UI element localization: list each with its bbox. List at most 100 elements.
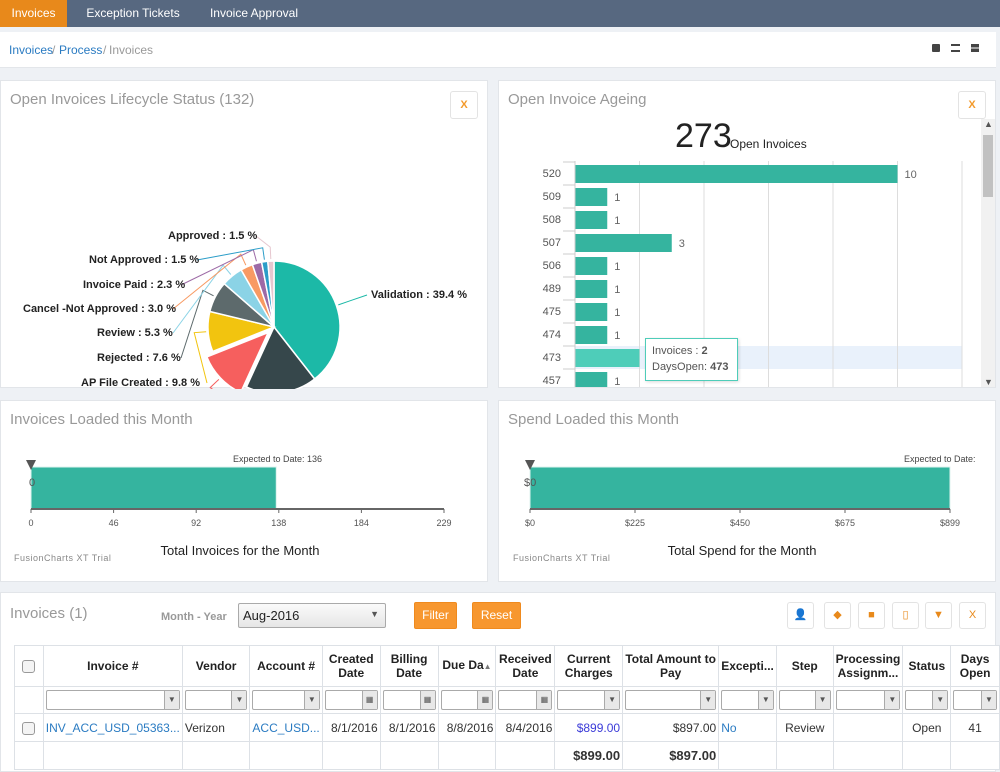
category-label: 520 (543, 168, 561, 180)
export-pdf-icon[interactable]: ▯ (892, 602, 919, 629)
breadcrumb-invoices[interactable]: Invoices (9, 32, 53, 68)
select-all-checkbox[interactable] (14, 645, 44, 687)
column-filter[interactable]: ▼ (902, 686, 952, 714)
column-filter[interactable]: ▼ (181, 686, 251, 714)
column-header[interactable]: Created Date (321, 645, 381, 687)
filter-input[interactable]: ▼ (721, 690, 774, 710)
column-filter[interactable]: ▦ (437, 686, 497, 714)
filter-input[interactable]: ▼ (184, 690, 248, 710)
filter-input[interactable]: ▼ (625, 690, 717, 710)
calendar-icon[interactable]: ▦ (419, 691, 435, 709)
grid-icon[interactable] (971, 44, 979, 52)
filter-input[interactable]: ▼ (953, 690, 997, 710)
column-header[interactable]: Billing Date (379, 645, 439, 687)
account-link[interactable]: ACC_USD... (249, 713, 323, 742)
filter-input[interactable]: ▦ (382, 690, 436, 710)
scroll-up-icon[interactable]: ▲ (984, 119, 993, 129)
column-header[interactable]: Invoice # (42, 645, 183, 687)
filter-input[interactable]: ▼ (905, 690, 949, 710)
breadcrumb-process[interactable]: Process (59, 32, 102, 68)
chevron-down-icon[interactable]: ▼ (303, 691, 319, 709)
column-header-sorted[interactable]: Due Da▲ (437, 645, 497, 687)
column-filter[interactable]: ▼ (775, 686, 834, 714)
list-icon[interactable] (951, 44, 960, 52)
chevron-down-icon[interactable]: ▼ (814, 691, 830, 709)
column-filter[interactable]: ▼ (554, 686, 624, 714)
chevron-down-icon[interactable]: ▼ (981, 691, 996, 709)
calendar-icon[interactable]: ▦ (477, 691, 493, 709)
bar[interactable] (575, 257, 608, 275)
bar[interactable] (575, 303, 608, 321)
scrollbar[interactable]: ▲ ▼ (981, 119, 995, 387)
column-filter[interactable]: ▦ (321, 686, 381, 714)
filter-input[interactable]: ▦ (498, 690, 553, 710)
filter-input[interactable]: ▦ (440, 690, 494, 710)
delete-icon[interactable]: ■ (858, 602, 885, 629)
column-header[interactable]: Received Date (495, 645, 556, 687)
bar[interactable] (575, 349, 640, 367)
chevron-down-icon[interactable]: ▼ (231, 691, 247, 709)
chevron-down-icon[interactable]: ▼ (757, 691, 773, 709)
tick-label: $899 (939, 518, 961, 528)
column-filter[interactable]: ▼ (42, 686, 183, 714)
column-header[interactable]: Excepti... (718, 645, 777, 687)
tab-invoices[interactable]: Invoices (0, 0, 67, 27)
pie-label: Validation : 39.4 % (371, 289, 467, 301)
column-filter[interactable]: ▼ (249, 686, 323, 714)
column-header[interactable]: Account # (249, 645, 323, 687)
tag-icon[interactable]: ◆ (824, 602, 851, 629)
value-bar[interactable] (30, 466, 277, 510)
scroll-down-icon[interactable]: ▼ (984, 377, 993, 387)
filter-icon[interactable]: ▼ (925, 602, 952, 629)
chevron-down-icon[interactable]: ▼ (163, 691, 179, 709)
column-header[interactable]: Current Charges (554, 645, 624, 687)
bar[interactable] (575, 211, 608, 229)
assign-user-icon[interactable]: 👤 (787, 602, 814, 629)
chevron-down-icon[interactable]: ▼ (604, 691, 620, 709)
column-header[interactable]: Step (775, 645, 834, 687)
column-filter[interactable]: ▼ (718, 686, 777, 714)
filter-input[interactable]: ▦ (324, 690, 378, 710)
column-filter[interactable]: ▼ (950, 686, 1000, 714)
current-charges-link[interactable]: $899.00 (554, 713, 624, 742)
lock-icon[interactable] (932, 44, 940, 52)
bar[interactable] (575, 234, 672, 252)
tick-label: $450 (729, 518, 751, 528)
chevron-down-icon[interactable]: ▼ (884, 691, 900, 709)
filter-input[interactable]: ▼ (835, 690, 901, 710)
scrollbar-thumb[interactable] (983, 135, 993, 197)
row-checkbox[interactable] (14, 713, 44, 742)
value-bar[interactable] (529, 466, 951, 510)
bar[interactable] (575, 165, 898, 183)
filter-input[interactable]: ▼ (557, 690, 621, 710)
excel-export-icon[interactable]: X (959, 602, 986, 629)
column-filter[interactable]: ▦ (379, 686, 439, 714)
column-header[interactable]: Total Amount to Pay (622, 645, 720, 687)
filter-input[interactable]: ▼ (45, 690, 180, 710)
column-header[interactable]: Vendor (181, 645, 251, 687)
month-year-select[interactable]: Aug-2016 ▼ (238, 603, 386, 628)
table-row[interactable]: INV_ACC_USD_05363... Verizon ACC_USD... … (14, 713, 1000, 742)
filter-button[interactable]: Filter (414, 602, 457, 629)
invoice-link[interactable]: INV_ACC_USD_05363... (42, 713, 183, 742)
column-filter[interactable]: ▼ (832, 686, 904, 714)
bar[interactable] (575, 326, 608, 344)
column-filter[interactable]: ▦ (495, 686, 556, 714)
exception-link[interactable]: No (718, 713, 777, 742)
tab-invoice-approval[interactable]: Invoice Approval (200, 0, 308, 27)
reset-button[interactable]: Reset (472, 602, 521, 629)
chevron-down-icon[interactable]: ▼ (932, 691, 948, 709)
column-header[interactable]: Days Open (950, 645, 1000, 687)
bar[interactable] (575, 372, 608, 388)
calendar-icon[interactable]: ▦ (536, 691, 552, 709)
chevron-down-icon[interactable]: ▼ (700, 691, 716, 709)
column-header[interactable]: Status (902, 645, 952, 687)
column-header[interactable]: Processing Assignm... (832, 645, 904, 687)
filter-input[interactable]: ▼ (778, 690, 831, 710)
calendar-icon[interactable]: ▦ (361, 691, 377, 709)
bar[interactable] (575, 280, 608, 298)
tab-exception-tickets[interactable]: Exception Tickets (80, 0, 186, 27)
column-filter[interactable]: ▼ (622, 686, 720, 714)
filter-input[interactable]: ▼ (252, 690, 320, 710)
bar[interactable] (575, 188, 608, 206)
